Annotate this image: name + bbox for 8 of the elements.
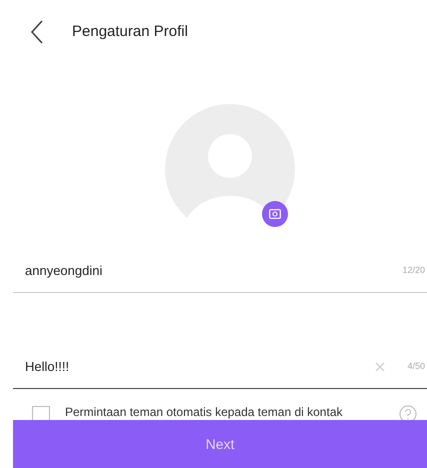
option-label: Permintaan teman otomatis kepada teman di kontak [65,404,342,420]
character-counter: 4/50 [407,360,425,374]
camera-icon [269,209,281,219]
avatar-icon [165,104,295,234]
page-title: Pengaturan Profil [72,22,188,42]
camera-button[interactable] [262,201,288,227]
help-icon[interactable] [399,405,417,423]
character-counter: 12/20 [402,264,425,278]
